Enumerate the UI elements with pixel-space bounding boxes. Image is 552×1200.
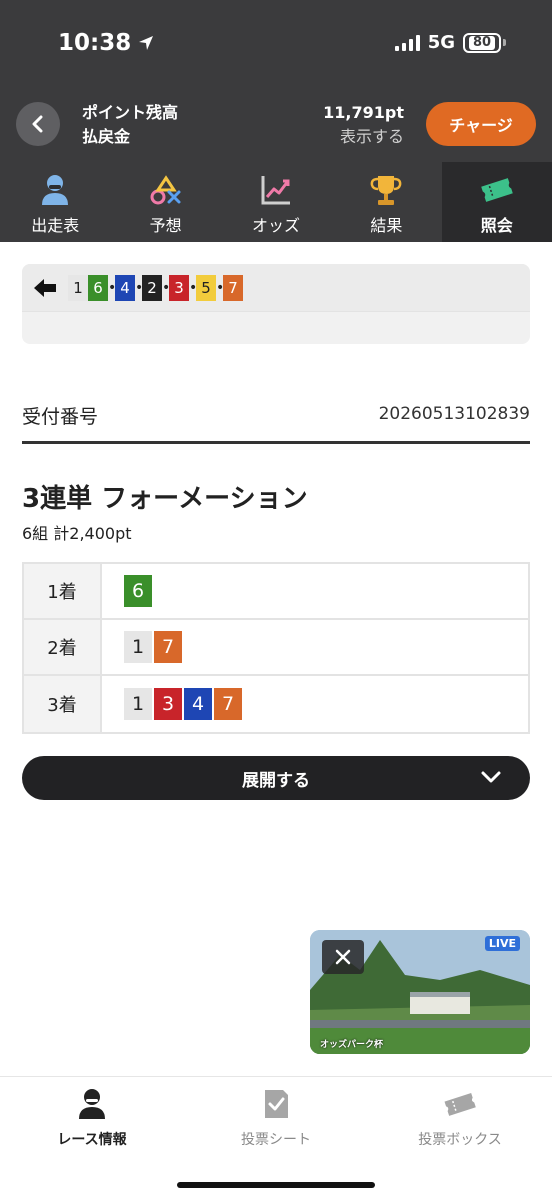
boat-number-chip: 6	[124, 575, 152, 607]
order-separator: •	[135, 279, 144, 296]
nav-label: 結果	[370, 216, 403, 235]
position-numbers: 17	[102, 620, 528, 674]
order-separator: •	[189, 279, 198, 296]
boat-number-chip: 2	[142, 274, 162, 301]
status-bar: 10:38 5G 80	[0, 0, 552, 90]
position-label: 3着	[24, 676, 102, 732]
battery-level: 80	[468, 35, 496, 50]
position-numbers: 6	[102, 564, 528, 618]
boat-number-chip: 7	[223, 274, 243, 301]
nav-item-entries[interactable]: 出走表	[0, 162, 110, 242]
boat-number-chip: 7	[154, 631, 182, 663]
boat-number-chip: 3	[154, 688, 182, 720]
nav-label: 予想	[149, 216, 182, 235]
tab-bet-box[interactable]: 投票ボックス	[368, 1077, 552, 1200]
expand-label: 展開する	[242, 770, 310, 791]
back-button[interactable]	[16, 102, 60, 146]
order-separator: •	[162, 279, 171, 296]
status-indicators: 5G 80	[394, 32, 506, 53]
close-video-button[interactable]	[322, 940, 364, 974]
bet-type-title: 3連単 フォーメーション	[22, 484, 308, 514]
close-icon	[335, 949, 351, 965]
racer-icon	[79, 1089, 105, 1119]
ticket-icon	[480, 178, 513, 202]
position-numbers: 1347	[102, 676, 528, 732]
boat-number-chip: 5	[196, 274, 216, 301]
chevron-down-icon	[481, 771, 501, 783]
table-row-second: 2着 17	[24, 620, 528, 676]
status-time: 10:38	[58, 30, 155, 56]
order-chips: 1 6 • 4 • 2 • 3 • 5 • 7	[68, 274, 243, 301]
race-nav: 出走表 予想 オッズ 結果 照会	[0, 162, 552, 242]
home-indicator	[177, 1182, 375, 1188]
points-value: 11,791pt	[323, 103, 404, 122]
position-label: 1着	[24, 564, 102, 618]
nav-item-inquiry[interactable]: 照会	[441, 162, 552, 242]
app-header: ポイント残高 払戻金 11,791pt 表示する チャージ	[0, 90, 552, 162]
table-row-first: 1着 6	[24, 564, 528, 620]
boat-number-chip: 7	[214, 688, 242, 720]
clock-text: 10:38	[58, 30, 132, 56]
tab-race-info[interactable]: レース情報	[0, 1077, 184, 1200]
prediction-icon	[150, 175, 181, 205]
nav-item-prediction[interactable]: 予想	[110, 162, 220, 242]
charge-button[interactable]: チャージ	[426, 102, 536, 146]
trophy-icon	[370, 176, 402, 205]
nav-label: オッズ	[251, 216, 300, 235]
receipt-label: 受付番号	[22, 406, 99, 428]
tab-label: レース情報	[57, 1132, 127, 1148]
arrival-order-panel: 1 6 • 4 • 2 • 3 • 5 • 7	[22, 264, 530, 344]
divider	[22, 441, 530, 444]
battery-icon: 80	[463, 32, 506, 53]
odds-chart-icon	[261, 176, 290, 205]
expand-button[interactable]: 展開する	[22, 756, 530, 800]
nav-item-results[interactable]: 結果	[331, 162, 441, 242]
table-row-third: 3着 1347	[24, 676, 528, 732]
chevron-left-icon	[32, 115, 43, 133]
balance-values: 11,791pt 表示する	[323, 101, 404, 149]
order-separator: •	[108, 279, 117, 296]
arrival-order-row[interactable]: 1 6 • 4 • 2 • 3 • 5 • 7	[22, 264, 530, 312]
location-arrow-icon	[139, 36, 154, 50]
boat-number-chip: 4	[115, 274, 135, 301]
tab-label: 投票ボックス	[418, 1132, 502, 1148]
order-separator: •	[216, 279, 225, 296]
boat-number-chip: 1	[124, 631, 152, 663]
nav-label: 出走表	[31, 216, 80, 235]
bet-summary: 6組 計2,400pt	[22, 524, 132, 543]
live-video-player[interactable]: LIVE オッズパーク杯	[310, 930, 530, 1054]
racer-icon	[42, 175, 69, 205]
check-sheet-icon	[265, 1090, 288, 1118]
signal-icon	[394, 34, 420, 51]
video-caption: オッズパーク杯	[320, 1040, 384, 1050]
refund-label: 払戻金	[82, 127, 131, 146]
live-badge: LIVE	[484, 936, 520, 951]
ticket-box-icon	[444, 1093, 476, 1116]
points-label: ポイント残高	[82, 103, 179, 122]
position-label: 2着	[24, 620, 102, 674]
tab-label: 投票シート	[241, 1132, 311, 1148]
nav-item-odds[interactable]: オッズ	[221, 162, 331, 242]
formation-table: 1着 6 2着 17 3着 1347	[22, 562, 530, 734]
network-label: 5G	[427, 32, 455, 53]
arrow-left-icon	[34, 278, 56, 297]
boat-number-chip: 4	[184, 688, 212, 720]
boat-number-chip: 6	[88, 274, 108, 301]
boat-number-chip: 1	[68, 274, 88, 301]
balance-labels: ポイント残高 払戻金	[82, 101, 178, 149]
refund-show-link[interactable]: 表示する	[323, 125, 404, 149]
boat-number-chip: 1	[124, 688, 152, 720]
boat-number-chip: 3	[169, 274, 189, 301]
receipt-number: 20260513102839	[378, 404, 530, 424]
nav-label: 照会	[480, 216, 513, 235]
